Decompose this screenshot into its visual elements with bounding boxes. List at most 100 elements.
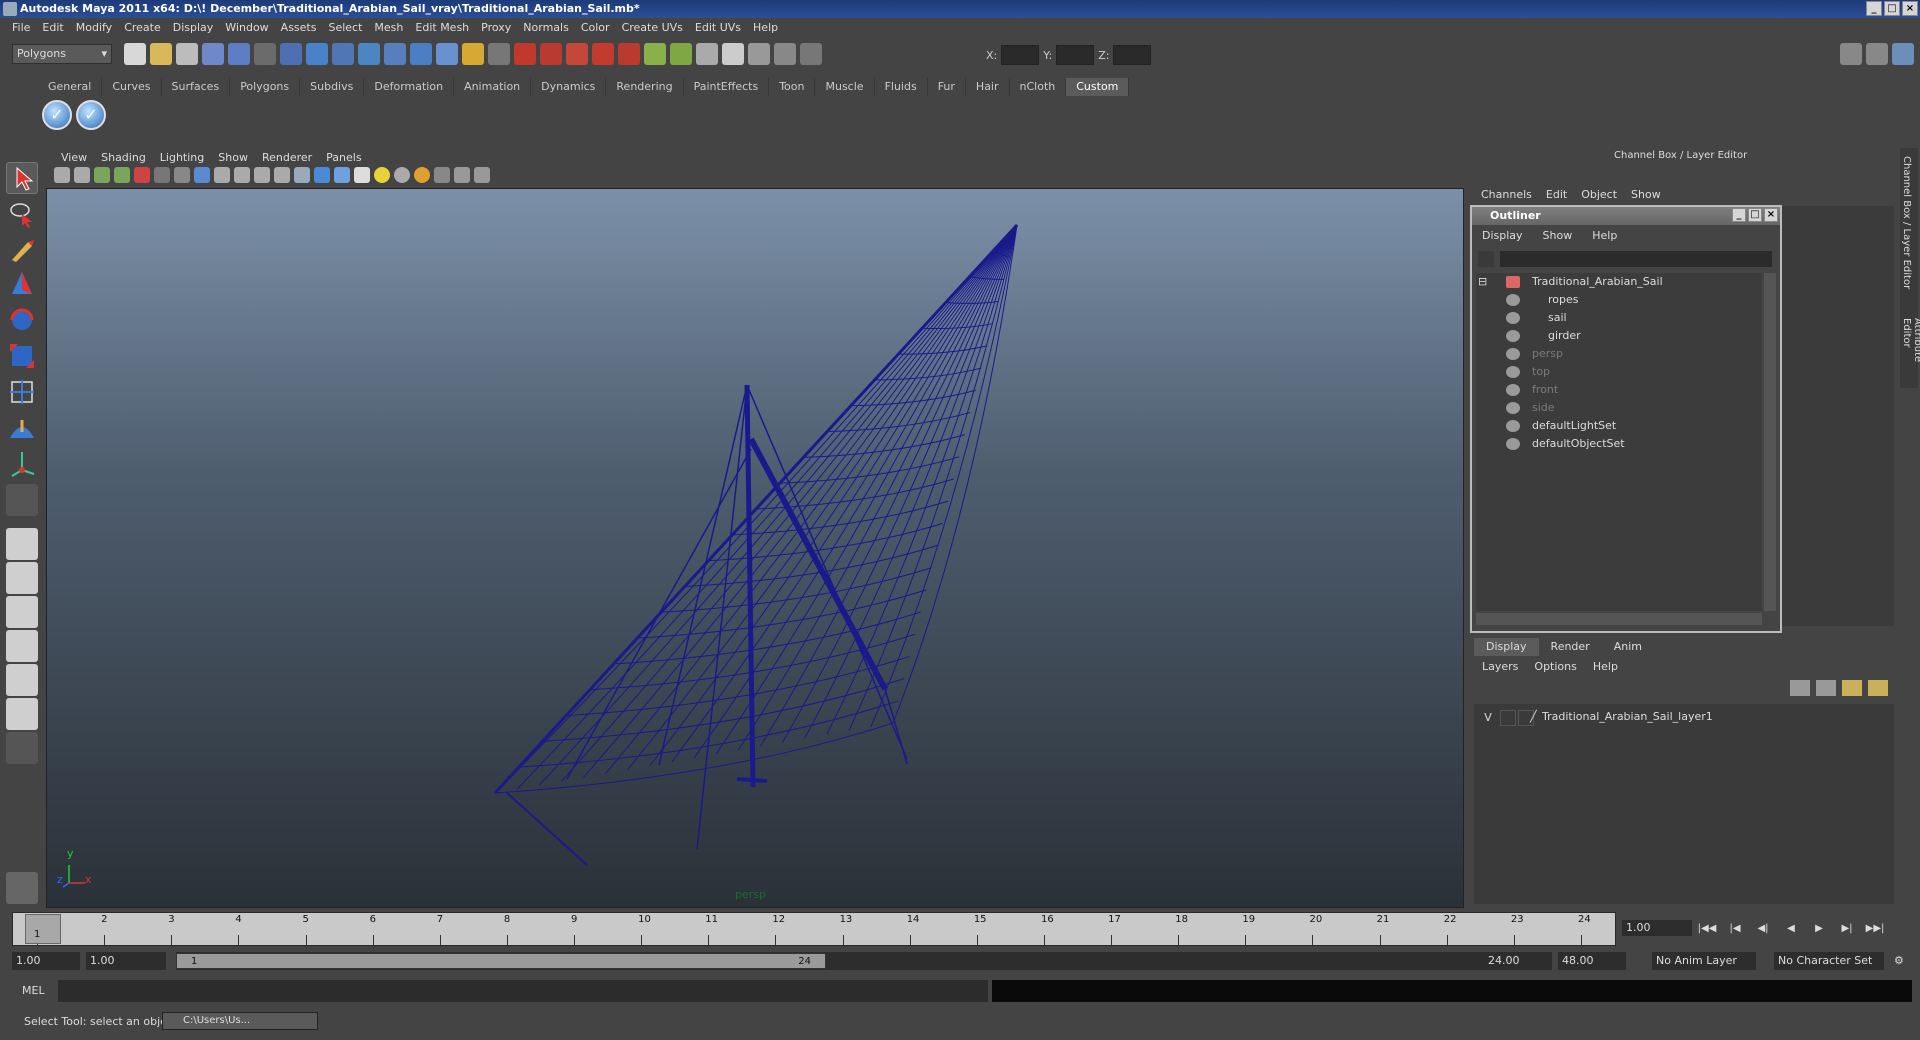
playback-end-field[interactable]: 24.00 (1484, 952, 1552, 970)
four-view-layout-icon[interactable] (6, 562, 38, 594)
save-scene-icon[interactable] (176, 43, 198, 65)
isolate-select-icon[interactable] (434, 167, 450, 183)
play-forwards-icon[interactable]: ▶ (1808, 920, 1830, 938)
layout-options-icon[interactable] (6, 732, 38, 764)
range-slider-thumb[interactable]: 1 24 (176, 953, 826, 969)
shelf-tab-muscle[interactable]: Muscle (815, 78, 875, 96)
input-output-icon[interactable] (488, 43, 510, 65)
graph-editor-layout-icon[interactable] (6, 698, 38, 730)
layer-menu-options[interactable]: Options (1526, 658, 1584, 676)
layer-menu-layers[interactable]: Layers (1474, 658, 1526, 676)
outliner-menu-display[interactable]: Display (1472, 227, 1533, 245)
two-d-pan-icon[interactable] (134, 167, 150, 183)
shadows-icon[interactable] (394, 167, 410, 183)
filter-icon[interactable] (1478, 251, 1494, 267)
maximize-button[interactable]: □ (1884, 1, 1900, 16)
universal-manipulator-icon[interactable] (6, 376, 38, 408)
menu-assets[interactable]: Assets (275, 21, 323, 34)
side-tab-channel-box[interactable]: Channel Box / Layer Editor (1901, 156, 1912, 289)
viewport-menu-show[interactable]: Show (211, 151, 255, 164)
outliner-menu-show[interactable]: Show (1533, 227, 1583, 245)
z-field[interactable] (1113, 45, 1152, 65)
minimize-button[interactable]: _ (1866, 1, 1882, 16)
soft-modification-icon[interactable] (6, 412, 38, 444)
outliner-horizontal-scrollbar[interactable] (1476, 613, 1762, 625)
create-empty-layer-icon[interactable] (1842, 680, 1862, 696)
channel-box-menu-show[interactable]: Show (1624, 188, 1668, 204)
textured-icon[interactable] (354, 167, 370, 183)
bookmark-icon[interactable] (94, 167, 110, 183)
snap-plane-icon[interactable] (384, 43, 406, 65)
magnet-curve-icon[interactable] (540, 43, 562, 65)
tool-settings-toggle-icon[interactable] (1866, 43, 1888, 65)
select-component-icon[interactable] (254, 43, 276, 65)
resolution-gate-icon[interactable] (194, 167, 210, 183)
menu-create[interactable]: Create (118, 21, 167, 34)
x-field[interactable] (1001, 45, 1040, 65)
collapse-icon[interactable]: ⊟ (1478, 273, 1487, 291)
hypershade-icon[interactable] (722, 43, 744, 65)
layer-tab-anim[interactable]: Anim (1602, 638, 1654, 656)
snap-grid-icon[interactable] (306, 43, 328, 65)
render-current-icon[interactable] (644, 43, 666, 65)
close-button[interactable]: × (1902, 1, 1918, 16)
outliner-item-ropes[interactable]: ropes (1476, 291, 1762, 309)
layer-row[interactable]: V ╱ Traditional_Arabian_Sail_layer1 (1474, 708, 1890, 728)
wireframe-icon[interactable] (294, 167, 310, 183)
shelf-tab-surfaces[interactable]: Surfaces (162, 78, 231, 96)
checkmark-icon[interactable]: ✓ (76, 100, 106, 130)
magnet-point-icon[interactable] (566, 43, 588, 65)
render-view-icon[interactable] (748, 43, 770, 65)
viewport-menu-renderer[interactable]: Renderer (255, 151, 319, 164)
single-perspective-layout-icon[interactable] (6, 528, 38, 560)
menu-edit-mesh[interactable]: Edit Mesh (409, 21, 475, 34)
open-scene-icon[interactable] (150, 43, 172, 65)
camera-attributes-icon[interactable] (74, 167, 90, 183)
y-field[interactable] (1056, 45, 1095, 65)
perspective-viewport[interactable]: y x z persp (46, 188, 1464, 908)
render-settings-icon[interactable] (696, 43, 718, 65)
persp-outliner-layout-icon[interactable] (6, 596, 38, 628)
command-language-toggle[interactable]: MEL (22, 984, 45, 997)
shelf-tab-hair[interactable]: Hair (966, 78, 1010, 96)
shelf-tab-animation[interactable]: Animation (454, 78, 532, 96)
shelf-tab-fluids[interactable]: Fluids (875, 78, 928, 96)
current-frame-marker[interactable]: 1 (25, 914, 61, 944)
last-tool-icon[interactable] (6, 484, 38, 516)
shelf-tab-polygons[interactable]: Polygons (230, 78, 301, 96)
magnet-surface-icon[interactable] (592, 43, 614, 65)
menu-create-uvs[interactable]: Create UVs (616, 21, 689, 34)
shelf-tab-toon[interactable]: Toon (769, 78, 816, 96)
menu-display[interactable]: Display (167, 21, 220, 34)
channel-box-menu-object[interactable]: Object (1574, 188, 1624, 204)
viewport-menu-panels[interactable]: Panels (319, 151, 368, 164)
xray-joints-icon[interactable] (474, 167, 490, 183)
menu-normals[interactable]: Normals (517, 21, 575, 34)
menu-help[interactable]: Help (747, 21, 784, 34)
lock-icon[interactable] (462, 43, 484, 65)
step-forward-frame-icon[interactable]: ▶| (1836, 920, 1858, 938)
menu-file[interactable]: File (6, 21, 36, 34)
gate-mask-icon[interactable] (214, 167, 230, 183)
menu-set-dropdown[interactable]: Polygons ▾ (12, 44, 112, 64)
menu-proxy[interactable]: Proxy (475, 21, 517, 34)
snap-point-icon[interactable] (358, 43, 380, 65)
menu-color[interactable]: Color (575, 21, 616, 34)
magnet-icon[interactable] (514, 43, 536, 65)
outliner-item-defaultlightset[interactable]: defaultLightSet (1476, 417, 1762, 435)
minimized-window-button[interactable]: C:\Users\Us... (162, 1012, 318, 1030)
shelf-tab-dynamics[interactable]: Dynamics (531, 78, 607, 96)
checkmark-icon[interactable]: ✓ (42, 100, 72, 130)
shelf-tab-general[interactable]: General (38, 78, 103, 96)
channel-box-toggle-icon[interactable] (1892, 43, 1914, 65)
outliner-item-girder[interactable]: girder (1476, 327, 1762, 345)
hypershade-layout-icon[interactable] (6, 664, 38, 696)
scale-tool-icon[interactable] (6, 340, 38, 372)
menu-select[interactable]: Select (322, 21, 368, 34)
playback-start-field[interactable]: 1.00 (86, 952, 166, 970)
range-slider[interactable]: 1 24 (176, 952, 1496, 970)
image-plane-icon[interactable] (114, 167, 130, 183)
ipr-render-icon[interactable] (670, 43, 692, 65)
outliner-item-front[interactable]: front (1476, 381, 1762, 399)
menu-modify[interactable]: Modify (70, 21, 118, 34)
